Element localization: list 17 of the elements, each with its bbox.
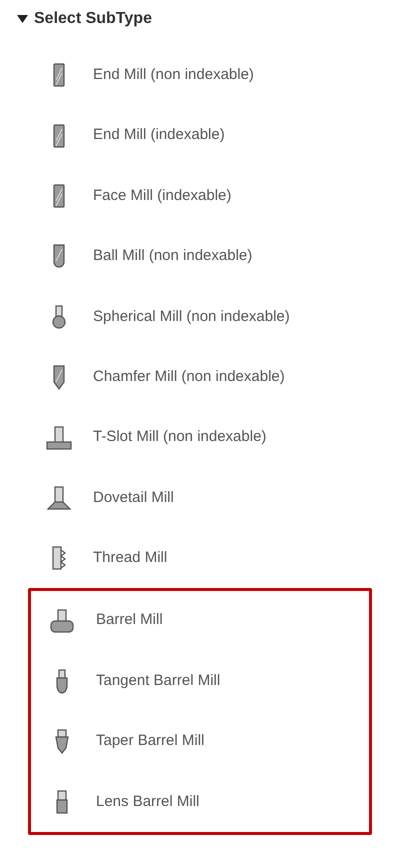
subtype-label[interactable]: End Mill (non indexable) (93, 64, 254, 86)
subtype-label[interactable]: Chamfer Mill (non indexable) (93, 366, 285, 388)
subtype-label[interactable]: Dovetail Mill (93, 486, 174, 510)
subtype-label[interactable]: Ball Mill (non indexable) (93, 245, 252, 268)
t-slot-mill-icon (44, 424, 74, 451)
subtype-label[interactable]: Barrel Mill (96, 609, 163, 632)
subtype-label[interactable]: Face Mill (indexable) (93, 184, 232, 208)
dovetail-mill-icon (44, 484, 74, 511)
subtype-label[interactable]: T-Slot Mill (non indexable) (93, 426, 266, 449)
subtype-label[interactable]: Tangent Barrel Mill (96, 670, 220, 692)
collapse-triangle-icon[interactable] (17, 14, 28, 24)
section-title: Select SubType (34, 8, 152, 28)
subtype-label[interactable]: Thread Mill (93, 547, 168, 570)
subtype-label[interactable]: Taper Barrel Mill (96, 730, 204, 753)
subtype-label[interactable]: Spherical Mill (non indexable) (93, 306, 290, 328)
subtype-label[interactable]: Lens Barrel Mill (96, 790, 200, 814)
subtype-label[interactable]: End Mill (indexable) (93, 124, 225, 147)
